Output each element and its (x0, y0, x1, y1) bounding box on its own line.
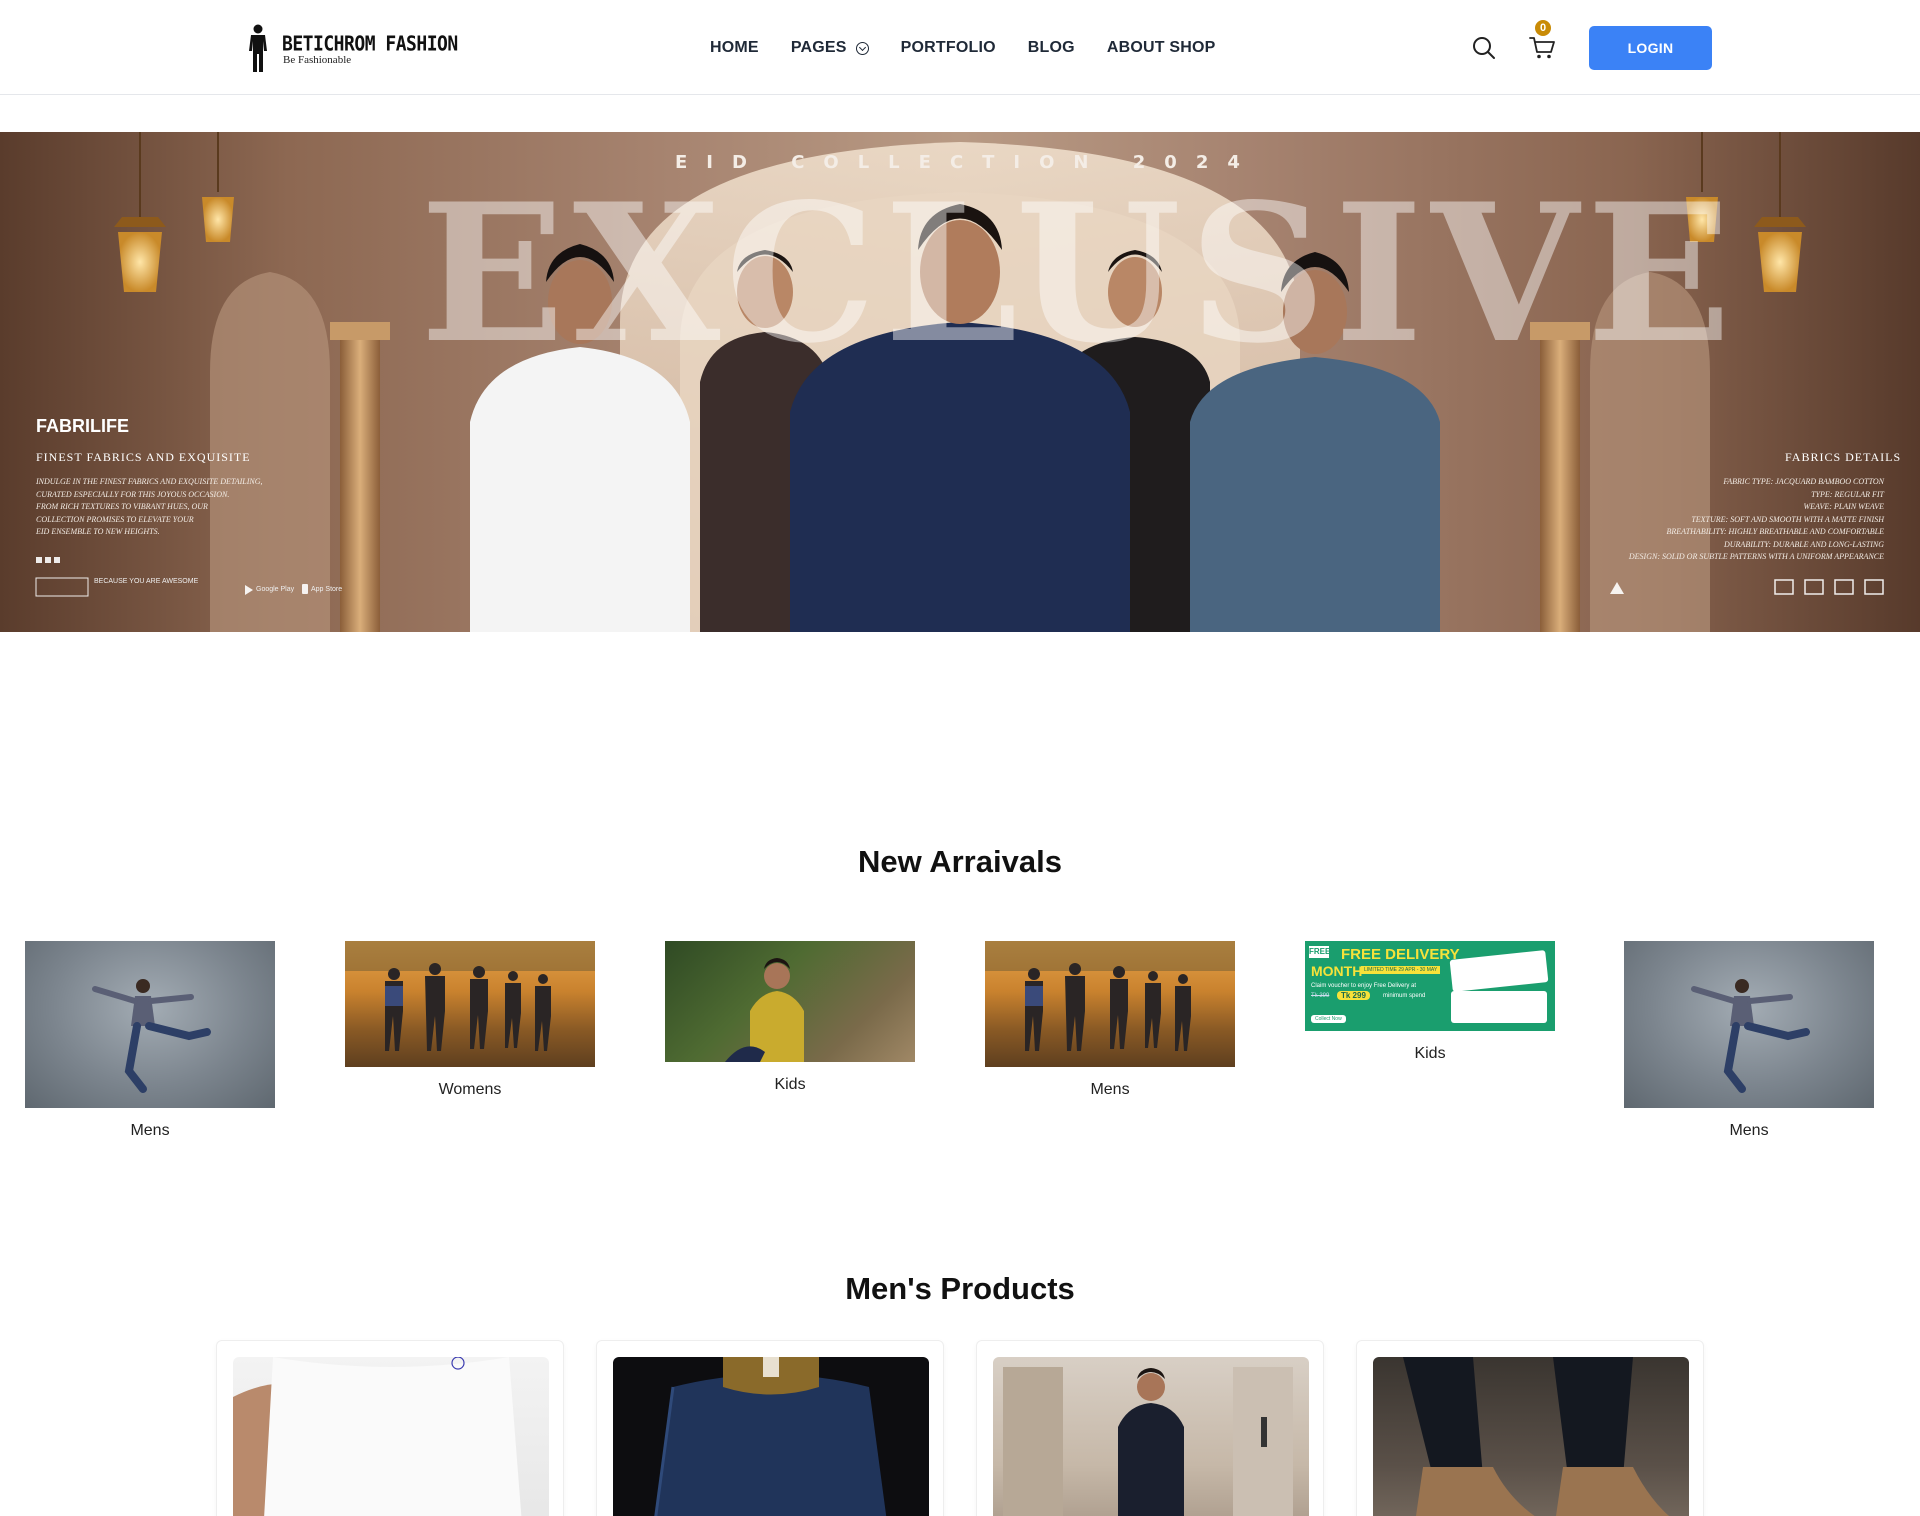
person-silhouette-icon (249, 24, 267, 72)
login-button[interactable]: LOGIN (1589, 26, 1712, 70)
new-arrivals-title: New Arraivals (858, 844, 1062, 879)
arrival-card[interactable]: Mens (985, 941, 1235, 1099)
site-logo[interactable]: BETICHROM FASHION Be Fashionable (245, 24, 458, 74)
banner-brand: FABRILIFE (36, 416, 129, 436)
nav-home[interactable]: HOME (710, 39, 759, 57)
hero-banner[interactable]: EXCLUSIVE EID COLLECTION 2024 FABRILIFE … (0, 132, 1920, 632)
arrival-card[interactable]: Kids (665, 941, 915, 1094)
nav-about-shop[interactable]: ABOUT SHOP (1107, 39, 1216, 57)
promo-old-price: Tk 399 (1311, 993, 1330, 999)
banner-left-heading: FINEST FABRICS AND EXQUISITE (36, 450, 251, 464)
product-image-boots (1373, 1357, 1689, 1516)
banner-left-text: INDULGE IN THE FINEST FABRICS AND EXQUIS… (36, 477, 263, 536)
banner-right-text: FABRIC TYPE: JACQUARD BAMBOO COTTON TYPE… (1628, 477, 1884, 561)
arrival-card[interactable]: Mens (1624, 941, 1874, 1140)
promo-claim-text: Claim voucher to enjoy Free Delivery at (1311, 983, 1417, 989)
product-image-denim-jacket (613, 1357, 929, 1516)
promo-month: MONTH (1311, 963, 1363, 979)
nav-blog[interactable]: BLOG (1028, 39, 1075, 57)
arrival-image-man-yellow-shirt (665, 941, 915, 1062)
main-nav: HOME PAGES PORTFOLIO BLOG ABOUT SHOP (710, 37, 1247, 59)
banner-right-heading: FABRICS DETAILS (1785, 450, 1902, 464)
promo-headline: FREE DELIVERY (1341, 946, 1460, 963)
banner-tagline: BECAUSE YOU ARE AWESOME (94, 578, 199, 585)
arrival-label: Womens (438, 1081, 502, 1098)
nav-pages[interactable]: PAGES (791, 39, 869, 57)
arrival-label: Kids (1414, 1045, 1446, 1062)
arrival-card[interactable]: Mens (25, 941, 275, 1140)
nav-pages-label: PAGES (790, 39, 847, 56)
promo-cta: Collect Now (1311, 1015, 1346, 1023)
app-store-badge: App Store (311, 586, 343, 593)
promo-voucher (1449, 950, 1549, 992)
arrival-image-dancer (25, 941, 275, 1108)
banner-eyebrow: EID COLLECTION 2024 (675, 152, 1259, 173)
search-icon (1473, 37, 1495, 59)
product-card[interactable] (216, 1340, 564, 1516)
arrival-label: Mens (130, 1122, 170, 1139)
cart-count-badge: 0 (1535, 20, 1551, 36)
cart-button[interactable] (1527, 32, 1557, 62)
promo-min-spend: minimum spend (1383, 993, 1426, 999)
product-image-white-tshirt (233, 1357, 549, 1516)
product-card[interactable] (596, 1340, 944, 1516)
banner-headline: EXCLUSIVE (420, 162, 1740, 385)
product-image-man-street (993, 1357, 1309, 1516)
nav-portfolio[interactable]: PORTFOLIO (901, 39, 996, 57)
mens-products-title: Men's Products (845, 1271, 1075, 1306)
lantern-left (114, 132, 234, 292)
promo-voucher (1451, 991, 1547, 1023)
product-card[interactable] (976, 1340, 1324, 1516)
arrival-label: Kids (774, 1076, 806, 1093)
chevron-down-icon (855, 41, 869, 55)
arrival-card[interactable]: FREE FREE DELIVERY MONTH LIMITED TIME 29… (1305, 941, 1555, 1063)
product-card[interactable] (1356, 1340, 1704, 1516)
cart-icon (1529, 37, 1555, 59)
logo-tagline: Be Fashionable (283, 54, 352, 66)
promo-limited: LIMITED TIME 29 APR - 30 MAY (1361, 966, 1441, 974)
arrival-card[interactable]: Womens (345, 941, 595, 1099)
arrival-image-group-running (345, 941, 595, 1067)
arrival-label: Mens (1729, 1122, 1769, 1139)
promo-price: Tk 299 (1337, 991, 1370, 1000)
arrival-label: Mens (1090, 1081, 1130, 1098)
search-button[interactable] (1470, 34, 1498, 62)
google-play-badge: Google Play (256, 586, 295, 593)
arrival-image-group-running (985, 941, 1235, 1067)
arrival-image-dancer (1624, 941, 1874, 1108)
promo-free-tag: FREE (1309, 946, 1331, 958)
arrival-image-free-delivery-promo: FREE FREE DELIVERY MONTH LIMITED TIME 29… (1305, 941, 1555, 1031)
logo-title: BETICHROM FASHION (282, 32, 458, 57)
site-header: BETICHROM FASHION Be Fashionable HOME PA… (0, 0, 1920, 95)
